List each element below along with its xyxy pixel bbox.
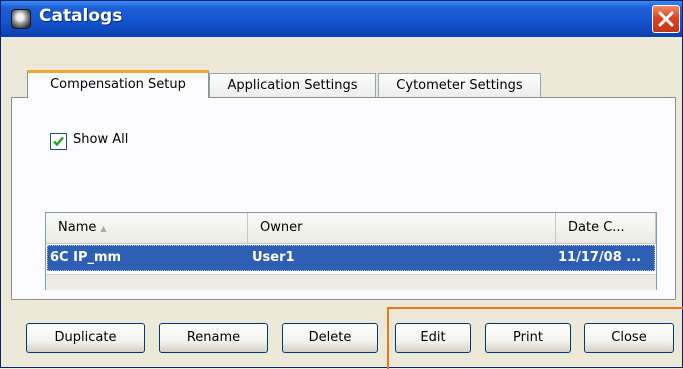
close-window-button[interactable]	[652, 5, 680, 33]
horizontal-scrollbar[interactable]	[46, 274, 656, 290]
cell-owner: User1	[252, 250, 295, 265]
app-icon	[11, 9, 31, 29]
cell-date: 11/17/08 ...	[558, 250, 642, 265]
table-row[interactable]: 6C IP_mm User1 11/17/08 ...	[47, 245, 655, 271]
column-header-name[interactable]: Name ▲	[46, 213, 248, 243]
show-all-label[interactable]: Show All	[73, 132, 128, 147]
table-header: Name ▲ Owner Date C...	[46, 213, 656, 244]
highlight-box	[387, 307, 683, 369]
duplicate-button[interactable]: Duplicate	[26, 323, 145, 353]
sort-ascending-icon: ▲	[100, 224, 107, 233]
window-title: Catalogs	[39, 6, 123, 26]
show-all-checkbox[interactable]	[50, 133, 67, 150]
tab-cytometer-settings[interactable]: Cytometer Settings	[378, 73, 541, 98]
cell-name: 6C IP_mm	[50, 250, 122, 265]
catalog-table: Name ▲ Owner Date C... 6C IP_mm User1 11/…	[45, 212, 657, 290]
rename-button[interactable]: Rename	[159, 323, 268, 353]
tab-application-settings[interactable]: Application Settings	[209, 73, 376, 98]
catalogs-window: Catalogs Compensation Setup Application …	[0, 0, 683, 369]
tab-compensation-setup[interactable]: Compensation Setup	[27, 70, 209, 98]
column-header-owner[interactable]: Owner	[248, 213, 556, 243]
column-header-date[interactable]: Date C...	[556, 213, 656, 243]
delete-button[interactable]: Delete	[282, 323, 378, 353]
close-icon	[658, 11, 674, 27]
title-bar[interactable]: Catalogs	[1, 1, 682, 37]
checkmark-icon	[53, 136, 64, 147]
